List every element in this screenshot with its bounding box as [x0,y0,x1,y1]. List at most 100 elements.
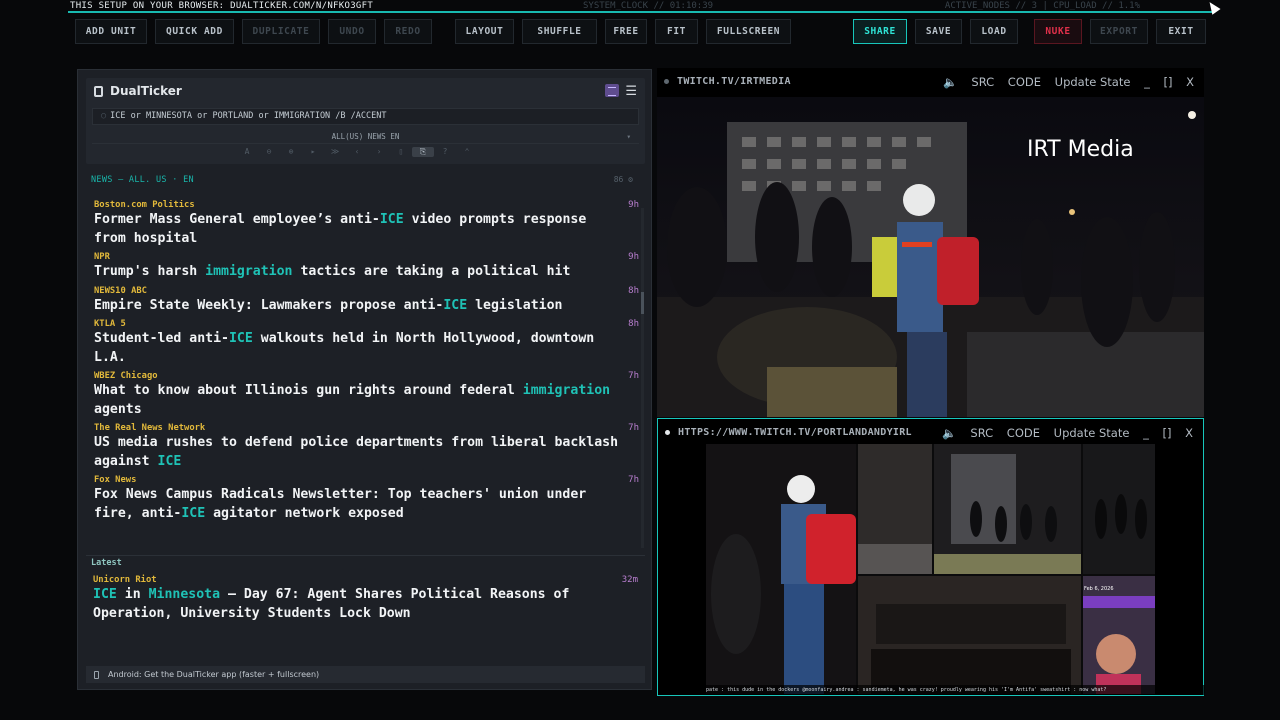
gear-icon[interactable]: ⚙ [628,175,633,184]
video-player[interactable]: IRT Media [657,97,1204,417]
ticker-control-button[interactable]: A [236,147,258,156]
src-button[interactable]: SRC [971,75,994,89]
close-button[interactable]: X [1186,75,1194,89]
news-item[interactable]: NPR 9h Trump's harsh immigration tactics a… [94,252,639,282]
nuke-button[interactable]: NUKE [1034,19,1082,44]
headline-text: agitator network exposed [205,505,404,521]
ticker-control-button[interactable]: ? [434,147,456,156]
ticker-control-button[interactable]: ▯ [390,147,412,156]
ticker-control-button[interactable]: ⊕ [280,147,302,156]
news-headline[interactable]: Student-led anti-ICE walkouts held in No… [94,330,619,367]
status-dot-icon [665,430,670,435]
share-button[interactable]: SHARE [853,19,907,44]
fit-button[interactable]: FIT [655,19,698,44]
headline-text: Trump's harsh [94,264,206,279]
src-button[interactable]: SRC [970,426,993,440]
headline-keyword: immigration [205,264,293,279]
ticker-control-button[interactable]: › [368,147,390,156]
code-button[interactable]: CODE [1007,426,1040,440]
ticker-header: DualTicker ☰ ○ ICE or MINNESOTA or PORTLA… [86,78,645,164]
news-item[interactable]: Boston.com Politics 9h Former Mass General… [94,200,639,248]
ticker-control-button[interactable]: ≫ [324,147,346,156]
ticker-control-button[interactable]: ‹ [346,147,368,156]
app-logo-icon [94,86,103,97]
close-button[interactable]: X [1185,426,1193,440]
add-unit-button[interactable]: ADD UNIT [75,19,147,44]
news-source: The Real News Network [94,423,206,433]
video-player[interactable]: Feb 6, 2026 [706,444,1155,694]
news-age: 8h [628,319,639,329]
layout-toggle-icon[interactable] [605,84,619,97]
channel-watermark: IRT Media [1027,137,1134,162]
news-source: Unicorn Riot [93,575,157,585]
menu-icon[interactable]: ☰ [625,84,637,99]
news-headline[interactable]: Fox News Campus Radicals Newsletter: Top… [94,486,619,523]
news-item[interactable]: The Real News Network 7h US media rushes t… [94,423,639,471]
headline-keyword: ICE [379,212,404,227]
maximize-button[interactable]: [] [1163,75,1172,89]
headline-text: in [116,587,149,602]
layout-button[interactable]: LAYOUT [455,19,514,44]
top-status-strip: THIS SETUP ON YOUR BROWSER: DUALTICKER.C… [68,0,1212,13]
news-source: NPR [94,252,110,262]
search-query-text: ICE or MINNESOTA or PORTLAND or IMMIGRAT… [110,111,387,121]
android-app-banner[interactable]: Android: Get the DualTicker app (faster … [86,666,645,683]
stream-url: HTTPS://WWW.TWITCH.TV/PORTLANDANDYIRL [678,427,912,438]
save-button[interactable]: SAVE [915,19,962,44]
news-headline[interactable]: What to know about Illinois gun rights a… [94,382,619,419]
headline-text: What to know about Illinois gun rights a… [94,383,523,398]
news-feed-list[interactable]: Boston.com Politics 9h Former Mass General… [94,200,639,552]
ticker-control-button[interactable]: ⌃ [456,147,478,156]
news-item[interactable]: WBEZ Chicago 7h What to know about Illinoi… [94,371,639,419]
maximize-button[interactable]: [] [1162,426,1171,440]
duplicate-button[interactable]: DUPLICATE [242,19,320,44]
edition-select[interactable]: ALL(US) NEWS EN ▾ [92,129,639,144]
news-item[interactable]: NEWS10 ABC 8h Empire State Weekly: Lawmake… [94,286,639,316]
news-headline[interactable]: US media rushes to defend police departm… [94,434,619,471]
scrollbar-thumb[interactable] [641,292,644,314]
ticker-control-button[interactable]: ▸ [302,147,324,156]
minimize-button[interactable]: _ [1144,75,1150,89]
headline-keyword: Minnesota [148,587,221,602]
news-headline[interactable]: Trump's harsh immigration tactics are ta… [94,263,619,282]
system-clock: SYSTEM_CLOCK // 01:10:39 [583,1,714,11]
news-source: Fox News [94,475,137,485]
update-state-button[interactable]: Update State [1055,75,1131,89]
ticker-control-button[interactable]: ⊖ [258,147,280,156]
shuffle-button[interactable]: SHUFFLE [522,19,597,44]
quick-add-button[interactable]: QUICK ADD [155,19,234,44]
setup-link-text[interactable]: THIS SETUP ON YOUR BROWSER: DUALTICKER.C… [70,0,373,12]
redo-button[interactable]: REDO [384,19,432,44]
feed-scrollbar[interactable] [641,208,644,548]
update-state-button[interactable]: Update State [1054,426,1130,440]
headline-keyword: ICE [93,587,117,602]
speaker-icon[interactable]: 🔈 [942,426,956,440]
exit-button[interactable]: EXIT [1156,19,1206,44]
news-source: WBEZ Chicago [94,371,158,381]
code-button[interactable]: CODE [1008,75,1041,89]
edition-selected-value: ALL(US) NEWS EN [331,132,400,141]
status-dot-icon [664,79,669,84]
latest-news-item[interactable]: Unicorn Riot 32m ICE in Minnesota – Day 67… [93,575,638,623]
load-button[interactable]: LOAD [970,19,1018,44]
news-headline[interactable]: ICE in Minnesota – Day 67: Agent Shares … [93,586,618,623]
speaker-icon[interactable]: 🔈 [943,75,957,89]
headline-keyword: immigration [522,383,611,398]
fullscreen-button[interactable]: FULLSCREEN [706,19,791,44]
news-headline[interactable]: Empire State Weekly: Lawmakers propose a… [94,297,619,316]
news-headline[interactable]: Former Mass General employee’s anti-ICE … [94,211,619,248]
free-button[interactable]: FREE [605,19,647,44]
headline-text: tactics are taking a political hit [292,264,571,279]
export-button[interactable]: EXPORT [1090,19,1148,44]
android-app-text: Android: Get the DualTicker app (faster … [108,670,320,679]
ticker-control-button[interactable]: ⎘ [412,147,434,157]
headline-keyword: ICE [228,331,253,346]
minimize-button[interactable]: _ [1143,426,1149,440]
headline-text: Student-led anti- [94,331,229,346]
undo-button[interactable]: UNDO [328,19,376,44]
search-query-input[interactable]: ○ ICE or MINNESOTA or PORTLAND or IMMIGRA… [92,108,639,125]
stream-window-2: HTTPS://WWW.TWITCH.TV/PORTLANDANDYIRL 🔈 … [657,418,1205,696]
news-item[interactable]: KTLA 5 8h Student-led anti-ICE walkouts he… [94,319,639,367]
ticker-controls: A ⊖ ⊕ ▸ ≫ ‹ › ▯ ⎘? ⌃ [236,147,478,159]
news-item[interactable]: Fox News 7h Fox News Campus Radicals Newsl… [94,475,639,523]
